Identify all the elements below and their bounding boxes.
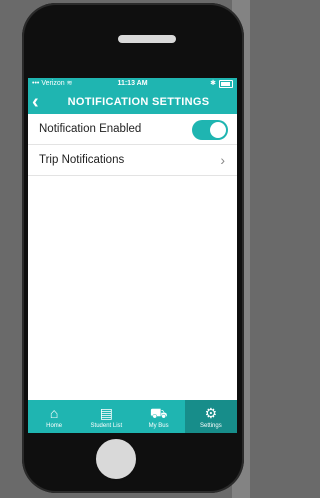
empty-content-area <box>28 176 237 400</box>
notification-toggle[interactable] <box>192 120 228 140</box>
bluetooth-icon: ✱ <box>210 80 216 87</box>
settings-row-label: Notification Enabled <box>39 123 142 135</box>
tab-bar: ⌂ Home ▤ Student List ⛟ My Bus ⚙ Setting… <box>28 400 237 433</box>
document-icon: ▤ <box>99 405 113 421</box>
tab-home[interactable]: ⌂ Home <box>28 400 80 433</box>
tab-my-bus[interactable]: ⛟ My Bus <box>133 400 185 433</box>
gear-icon: ⚙ <box>204 405 218 421</box>
bus-icon: ⛟ <box>149 405 168 421</box>
tab-label: Settings <box>200 423 222 429</box>
chevron-right-icon: › <box>220 152 225 168</box>
home-icon: ⌂ <box>49 405 59 421</box>
status-right: ✱ <box>210 78 233 90</box>
settings-row-notification-enabled[interactable]: Notification Enabled <box>28 114 237 145</box>
tab-student-list[interactable]: ▤ Student List <box>80 400 132 433</box>
page-title: NOTIFICATION SETTINGS <box>67 96 210 108</box>
tab-label: Student List <box>90 423 123 429</box>
speaker-grille <box>118 35 176 43</box>
status-time: 11:13 AM <box>117 80 148 87</box>
status-bar: ••• Verizon ≋ 11:13 AM ✱ <box>28 78 237 90</box>
home-button[interactable] <box>94 437 138 481</box>
toggle-knob <box>210 122 226 138</box>
tab-label: Home <box>46 423 63 429</box>
settings-row-trip-notifications[interactable]: Trip Notifications › <box>28 145 237 176</box>
app-screen: ••• Verizon ≋ 11:13 AM ✱ ‹ NOTIFICATION … <box>28 78 237 433</box>
battery-icon <box>219 80 233 88</box>
navigation-bar: ‹ NOTIFICATION SETTINGS <box>28 90 237 114</box>
settings-row-label: Trip Notifications <box>39 154 125 166</box>
tab-label: My Bus <box>148 423 169 429</box>
tab-settings[interactable]: ⚙ Settings <box>184 400 237 433</box>
